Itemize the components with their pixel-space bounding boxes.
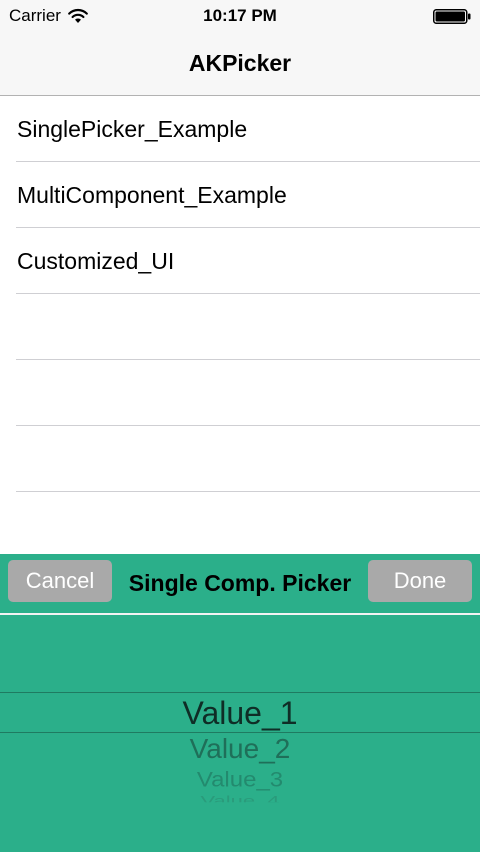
picker-option[interactable]: Value_2	[0, 733, 480, 765]
selection-indicator-top	[0, 692, 480, 693]
table-row-customized-ui[interactable]: Customized_UI	[16, 228, 480, 294]
examples-table: SinglePicker_Example MultiComponent_Exam…	[0, 96, 480, 492]
page-title: AKPicker	[188, 50, 292, 76]
table-row-multi-component[interactable]: MultiComponent_Example	[16, 162, 480, 228]
navigation-bar: Carrier 10:17 PM AKPicker	[0, 0, 480, 96]
table-row-label: SinglePicker_Example	[17, 116, 248, 142]
table-row-label: MultiComponent_Example	[17, 182, 287, 208]
picker-title: Single Comp. Picker	[128, 570, 352, 596]
table-row-empty	[16, 360, 480, 426]
picker-option[interactable]: Value_3	[0, 767, 480, 792]
battery-icon	[433, 9, 471, 24]
done-button[interactable]: Done	[368, 560, 472, 602]
screen: Carrier 10:17 PM AKPicker SinglePicker_E…	[0, 0, 480, 852]
status-bar: Carrier 10:17 PM	[0, 0, 480, 32]
table-row-empty	[16, 294, 480, 360]
picker-option-selected[interactable]: Value_1	[0, 695, 480, 731]
picker-toolbar: Cancel Single Comp. Picker Done	[0, 554, 480, 613]
status-time: 10:17 PM	[203, 6, 277, 25]
cancel-button[interactable]: Cancel	[8, 560, 112, 602]
picker-option[interactable]: Value_4	[0, 794, 480, 802]
table-row-empty	[16, 426, 480, 492]
table-row-single-picker[interactable]: SinglePicker_Example	[16, 96, 480, 162]
table-row-label: Customized_UI	[17, 248, 175, 274]
picker-wheel[interactable]: Value_1 Value_2 Value_3 Value_4	[0, 615, 480, 852]
